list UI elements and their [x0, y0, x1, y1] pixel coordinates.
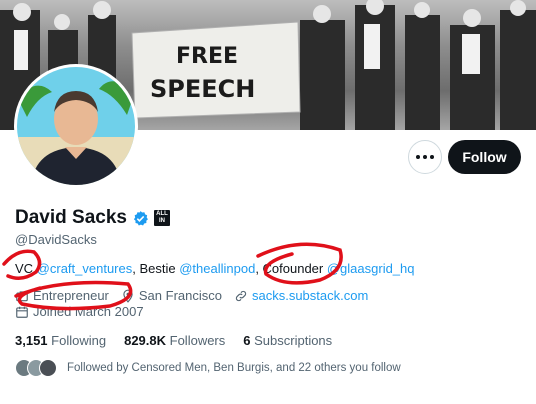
affiliation-badge-icon[interactable]: ALL IN — [153, 210, 170, 226]
profile-meta: Entrepreneur San Francisco sacks.substac… — [15, 288, 368, 303]
followers-stat[interactable]: 829.8K Followers — [124, 333, 225, 348]
joined-date: Joined March 2007 — [33, 304, 144, 319]
profile-name: David Sacks — [15, 207, 127, 228]
sign-line2: SPEECH — [150, 75, 255, 103]
bio-link-glaasgrid[interactable]: @glaasgrid_hq — [327, 261, 415, 276]
profile-stats: 3,151 Following 829.8K Followers 6 Subsc… — [15, 333, 332, 348]
bio-link-allinpod[interactable]: @theallinpod — [179, 261, 255, 276]
followed-by[interactable]: Followed by Censored Men, Ben Burgis, an… — [15, 359, 401, 377]
bio-text-3: , Cofounder — [255, 261, 327, 276]
bio-link-craft-ventures[interactable]: @craft_ventures — [37, 261, 133, 276]
followers-label: Followers — [169, 333, 226, 348]
followers-count: 829.8K — [124, 333, 167, 348]
more-icon-dot — [423, 155, 427, 159]
avatar-image — [17, 67, 135, 185]
category-label: Entrepreneur — [33, 288, 109, 303]
website-item: sacks.substack.com — [234, 288, 368, 303]
location-pin-icon — [123, 289, 133, 303]
following-count: 3,151 — [15, 333, 48, 348]
location-item: San Francisco — [121, 288, 222, 303]
profile-bio: VC @craft_ventures, Bestie @theallinpod,… — [15, 261, 415, 277]
subscriptions-stat[interactable]: 6 Subscriptions — [243, 333, 332, 348]
avatar[interactable] — [14, 64, 138, 188]
followed-by-text: Followed by Censored Men, Ben Burgis, an… — [67, 362, 401, 374]
website-link[interactable]: sacks.substack.com — [252, 288, 368, 303]
briefcase-icon — [16, 290, 28, 301]
verified-badge-icon[interactable] — [132, 210, 149, 227]
follower-avatar — [39, 359, 57, 377]
follower-avatars — [15, 359, 59, 377]
name-row: David Sacks ALL IN — [15, 207, 170, 229]
joined-item: Joined March 2007 — [15, 304, 144, 319]
bio-text-2: , Bestie — [132, 261, 180, 276]
more-icon — [416, 155, 420, 159]
sign-line1: FREE — [176, 44, 238, 69]
follow-button[interactable]: Follow — [448, 140, 521, 174]
calendar-icon — [16, 306, 28, 318]
more-options-button[interactable] — [408, 140, 442, 174]
location-label: San Francisco — [138, 288, 222, 303]
following-stat[interactable]: 3,151 Following — [15, 333, 106, 348]
category-item: Entrepreneur — [15, 288, 109, 303]
more-icon-dot — [430, 155, 434, 159]
link-icon — [235, 290, 247, 301]
subscriptions-label: Subscriptions — [254, 333, 333, 348]
subscriptions-count: 6 — [243, 333, 251, 348]
profile-handle: @DavidSacks — [15, 232, 97, 247]
bio-text-1: VC — [15, 261, 37, 276]
following-label: Following — [51, 333, 107, 348]
